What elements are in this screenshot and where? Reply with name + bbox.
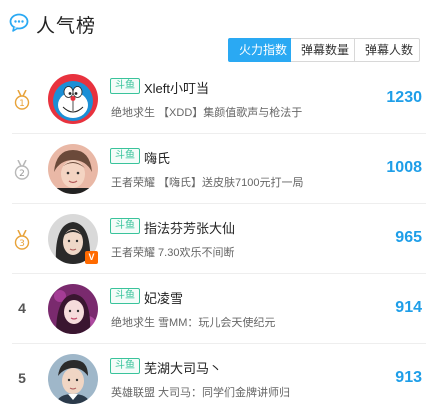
fire-score: 914: [395, 299, 422, 316]
silver-medal-icon: 2: [14, 160, 30, 180]
rank-number: 4: [18, 300, 26, 316]
platform-tag: 斗鱼: [110, 288, 140, 304]
gold-medal-icon: 1: [14, 90, 30, 110]
list-item[interactable]: 4 斗鱼 妃凌雪 绝地求生 雪MM：玩儿会天使纪元 914: [0, 274, 438, 344]
header: 人气榜: [0, 0, 438, 40]
streamer-name[interactable]: 指法芬芳张大仙: [144, 218, 235, 237]
stream-description: 绝地求生 【XDD】集颜值歌声与枪法于: [111, 107, 303, 119]
stream-description: 英雄联盟 大司马：同学们金牌讲师归: [111, 387, 291, 399]
streamer-name[interactable]: 嗨氏: [144, 148, 170, 167]
rank-number: 1: [19, 99, 25, 109]
rank-number: 5: [18, 370, 26, 386]
sort-tabs: 火力指数 弹幕数量 弹幕人数: [228, 38, 420, 62]
platform-tag: 斗鱼: [110, 358, 140, 374]
page-title: 人气榜: [36, 16, 97, 37]
rank-number: 2: [19, 169, 25, 179]
bronze-medal-icon: 3: [14, 230, 30, 250]
fire-score: 1230: [386, 89, 422, 106]
tab-danmaku-users[interactable]: 弹幕人数: [355, 38, 420, 62]
streamer-avatar[interactable]: [48, 284, 98, 334]
stream-description: 王者荣耀 7.30欢乐不间断: [111, 247, 235, 259]
streamer-name[interactable]: 芜湖大司马丶: [144, 358, 222, 377]
verified-badge: V: [85, 251, 98, 264]
list-item[interactable]: 2 斗鱼 嗨氏 王者荣耀 【嗨氏】送皮肤7100元打一局 1008: [0, 134, 438, 204]
tab-fire-index[interactable]: 火力指数: [228, 38, 291, 62]
stream-description: 王者荣耀 【嗨氏】送皮肤7100元打一局: [111, 177, 304, 189]
fire-score: 913: [395, 369, 422, 386]
fire-score: 1008: [386, 159, 422, 176]
list-item[interactable]: 3 V 斗鱼 指法芬芳张大仙 王者荣耀 7.30欢乐不间断 965: [0, 204, 438, 274]
doraemon-avatar[interactable]: [48, 74, 98, 124]
tab-danmaku-count[interactable]: 弹幕数量: [291, 38, 355, 62]
platform-tag: 斗鱼: [110, 148, 140, 164]
platform-tag: 斗鱼: [110, 218, 140, 234]
chat-bubble-icon: [9, 13, 29, 32]
list-item[interactable]: 1 斗鱼 Xleft小叮当 绝地求生 【XDD】集颜值歌声与枪法于 1230: [0, 64, 438, 134]
fire-score: 965: [395, 229, 422, 246]
rank-number: 3: [19, 239, 25, 249]
list-item[interactable]: 5 斗鱼 芜湖大司马丶 英雄联盟 大司马：同学们金牌讲师归 913: [0, 344, 438, 406]
platform-tag: 斗鱼: [110, 78, 140, 94]
streamer-name[interactable]: Xleft小叮当: [144, 78, 209, 97]
streamer-avatar[interactable]: [48, 144, 98, 194]
streamer-avatar[interactable]: [48, 354, 98, 404]
stream-description: 绝地求生 雪MM：玩儿会天使纪元: [111, 317, 276, 329]
streamer-name[interactable]: 妃凌雪: [144, 288, 183, 307]
